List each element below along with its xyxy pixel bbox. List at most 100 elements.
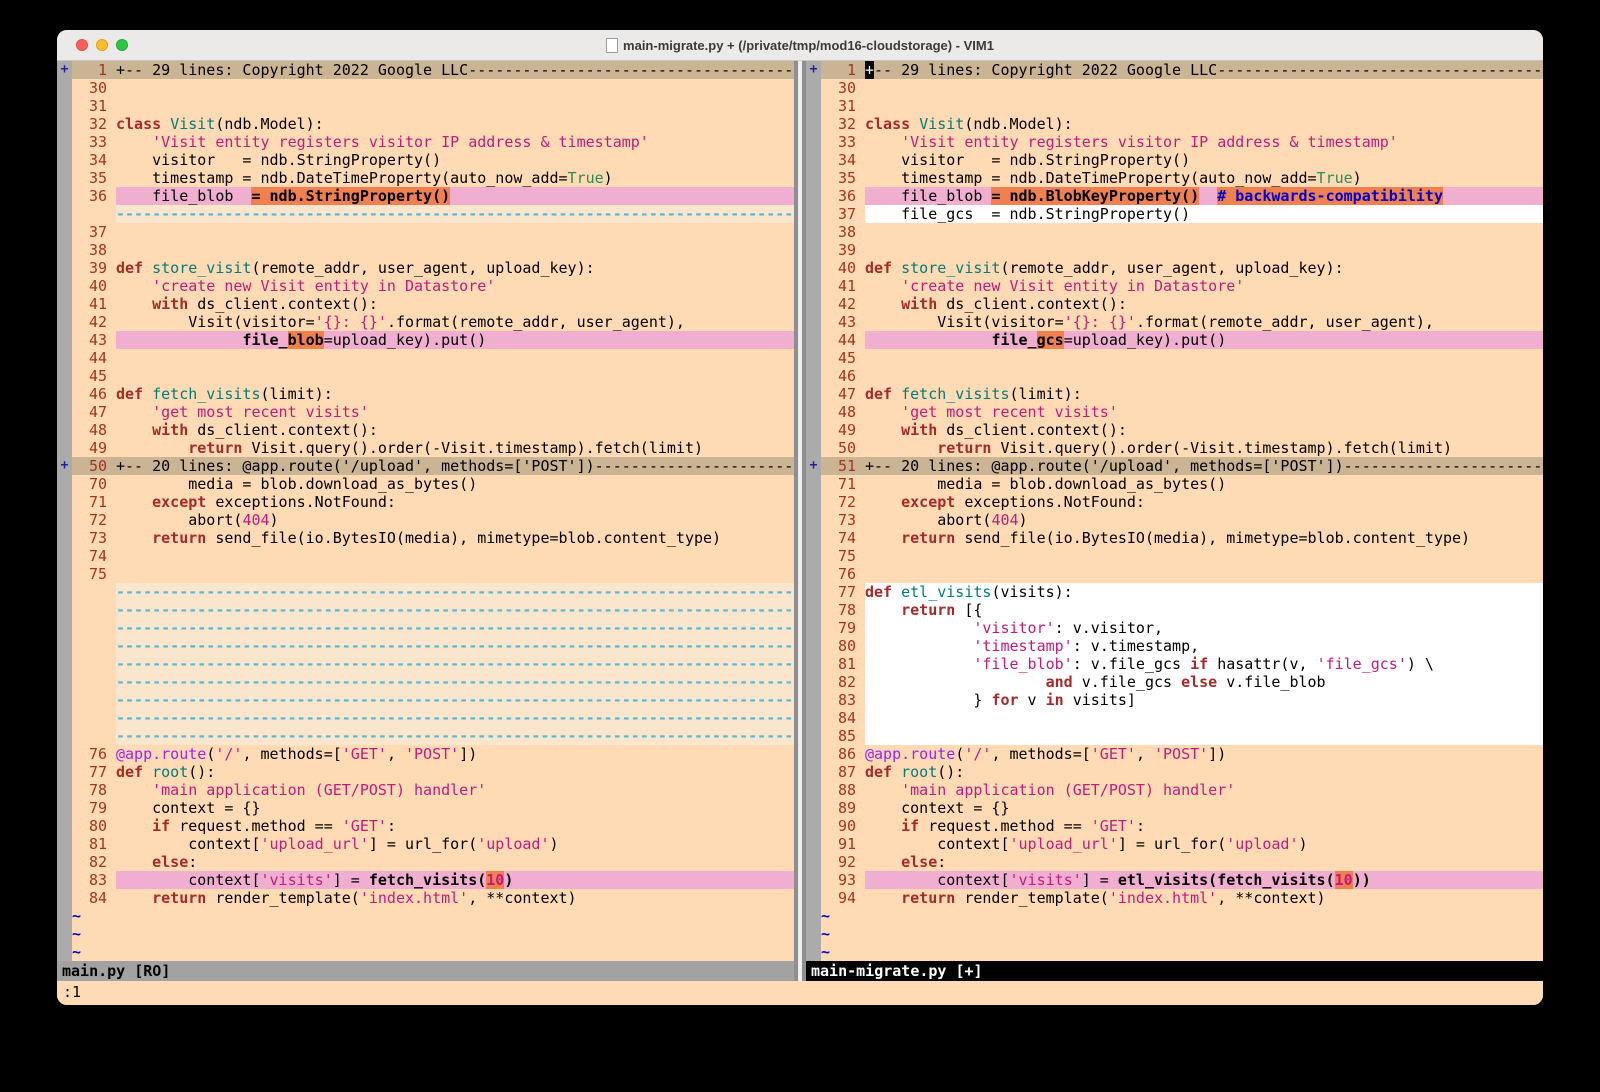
code-line[interactable]: 70 media = blob.download_as_bytes() xyxy=(57,475,794,493)
fold-column[interactable] xyxy=(57,313,72,331)
fold-column[interactable] xyxy=(806,313,821,331)
fold-column[interactable] xyxy=(806,853,821,871)
fold-column[interactable] xyxy=(57,871,72,889)
fold-column[interactable]: + xyxy=(57,457,72,475)
fold-column[interactable] xyxy=(806,673,821,691)
fold-column[interactable] xyxy=(57,547,72,565)
fold-column[interactable] xyxy=(57,151,72,169)
code-line[interactable]: 39 xyxy=(806,241,1543,259)
fold-column[interactable] xyxy=(806,763,821,781)
code-line[interactable]: 41 'create new Visit entity in Datastore… xyxy=(806,277,1543,295)
code-line[interactable]: 41 with ds_client.context(): xyxy=(57,295,794,313)
diff-filler-line[interactable]: ----------------------------------------… xyxy=(57,619,794,637)
code-line[interactable]: 72 except exceptions.NotFound: xyxy=(806,493,1543,511)
fold-column[interactable] xyxy=(57,529,72,547)
close-button[interactable] xyxy=(76,39,88,51)
fold-column[interactable] xyxy=(806,493,821,511)
code-line[interactable]: 49 with ds_client.context(): xyxy=(806,421,1543,439)
fold-column[interactable] xyxy=(57,655,72,673)
fold-column[interactable] xyxy=(57,385,72,403)
code-line[interactable]: 77def root(): xyxy=(57,763,794,781)
fold-column[interactable] xyxy=(57,133,72,151)
code-line[interactable]: 91 context['upload_url'] = url_for('uplo… xyxy=(806,835,1543,853)
code-line[interactable]: 73 return send_file(io.BytesIO(media), m… xyxy=(57,529,794,547)
fold-column[interactable] xyxy=(806,871,821,889)
code-line[interactable]: 78 'main application (GET/POST) handler' xyxy=(57,781,794,799)
code-line[interactable]: 80 if request.method == 'GET': xyxy=(57,817,794,835)
fold-column[interactable] xyxy=(806,223,821,241)
code-line[interactable]: 42 Visit(visitor='{}: {}'.format(remote_… xyxy=(57,313,794,331)
fold-column[interactable] xyxy=(57,475,72,493)
fold-column[interactable] xyxy=(57,799,72,817)
code-line[interactable]: 82 and v.file_gcs else v.file_blob xyxy=(806,673,1543,691)
fold-column[interactable] xyxy=(806,367,821,385)
fold-column[interactable] xyxy=(57,763,72,781)
code-line[interactable]: 75 xyxy=(57,565,794,583)
code-line[interactable]: 79 context = {} xyxy=(57,799,794,817)
code-line[interactable]: 38 xyxy=(806,223,1543,241)
fold-column[interactable] xyxy=(57,709,72,727)
code-line[interactable]: 71 except exceptions.NotFound: xyxy=(57,493,794,511)
code-line[interactable]: 77def etl_visits(visits): xyxy=(806,583,1543,601)
code-line[interactable]: 33 'Visit entity registers visitor IP ad… xyxy=(806,133,1543,151)
fold-column[interactable] xyxy=(57,187,72,205)
diff-filler-line[interactable]: ----------------------------------------… xyxy=(57,637,794,655)
minimize-button[interactable] xyxy=(96,39,108,51)
fold-column[interactable] xyxy=(806,187,821,205)
fold-column[interactable] xyxy=(806,655,821,673)
code-line[interactable]: 45 xyxy=(57,367,794,385)
fold-column[interactable] xyxy=(806,331,821,349)
code-line[interactable]: 32class Visit(ndb.Model): xyxy=(806,115,1543,133)
fold-column[interactable] xyxy=(806,835,821,853)
fold-column[interactable] xyxy=(57,511,72,529)
fold-column[interactable] xyxy=(806,565,821,583)
fold-column[interactable] xyxy=(57,565,72,583)
fold-column[interactable] xyxy=(806,439,821,457)
fold-column[interactable] xyxy=(57,727,72,745)
diff-filler-line[interactable]: ----------------------------------------… xyxy=(57,601,794,619)
fold-column[interactable] xyxy=(57,331,72,349)
code-line[interactable]: 46def fetch_visits(limit): xyxy=(57,385,794,403)
fold-column[interactable] xyxy=(806,475,821,493)
code-line[interactable]: 78 return [{ xyxy=(806,601,1543,619)
fold-column[interactable] xyxy=(806,511,821,529)
fold-column[interactable] xyxy=(57,745,72,763)
fold-column[interactable] xyxy=(806,637,821,655)
code-line[interactable]: 40 'create new Visit entity in Datastore… xyxy=(57,277,794,295)
code-line[interactable]: 30 xyxy=(806,79,1543,97)
fold-column[interactable] xyxy=(806,97,821,115)
fold-column[interactable] xyxy=(806,151,821,169)
fold-column[interactable] xyxy=(806,691,821,709)
code-line[interactable]: 88 'main application (GET/POST) handler' xyxy=(806,781,1543,799)
fold-column[interactable] xyxy=(57,691,72,709)
fold-column[interactable] xyxy=(806,169,821,187)
code-line[interactable]: 43 Visit(visitor='{}: {}'.format(remote_… xyxy=(806,313,1543,331)
code-line[interactable]: 49 return Visit.query().order(-Visit.tim… xyxy=(57,439,794,457)
code-line[interactable]: 46 xyxy=(806,367,1543,385)
fold-column[interactable] xyxy=(57,493,72,511)
code-line[interactable]: 34 visitor = ndb.StringProperty() xyxy=(57,151,794,169)
fold-column[interactable] xyxy=(806,79,821,97)
fold-column[interactable] xyxy=(57,439,72,457)
code-line[interactable]: 43 file_blob=upload_key).put() xyxy=(57,331,794,349)
code-line[interactable]: 76 xyxy=(806,565,1543,583)
fold-column[interactable] xyxy=(57,277,72,295)
code-line[interactable]: 93 context['visits'] = etl_visits(fetch_… xyxy=(806,871,1543,889)
code-line[interactable]: 86@app.route('/', methods=['GET', 'POST'… xyxy=(806,745,1543,763)
fold-column[interactable] xyxy=(806,133,821,151)
fold-column[interactable] xyxy=(806,799,821,817)
fold-column[interactable]: + xyxy=(57,61,72,79)
fold-column[interactable] xyxy=(806,385,821,403)
code-line[interactable]: 37 xyxy=(57,223,794,241)
code-line[interactable]: 87def root(): xyxy=(806,763,1543,781)
fold-column[interactable] xyxy=(806,781,821,799)
code-line[interactable]: 47 'get most recent visits' xyxy=(57,403,794,421)
code-line[interactable]: 84 xyxy=(806,709,1543,727)
statusline-left[interactable]: main.py [RO] xyxy=(57,961,794,981)
fold-column[interactable] xyxy=(806,295,821,313)
window-separator[interactable] xyxy=(794,61,806,981)
code-line[interactable]: 94 return render_template('index.html', … xyxy=(806,889,1543,907)
fold-column[interactable] xyxy=(806,241,821,259)
fold-column[interactable] xyxy=(806,817,821,835)
code-line[interactable]: 30 xyxy=(57,79,794,97)
